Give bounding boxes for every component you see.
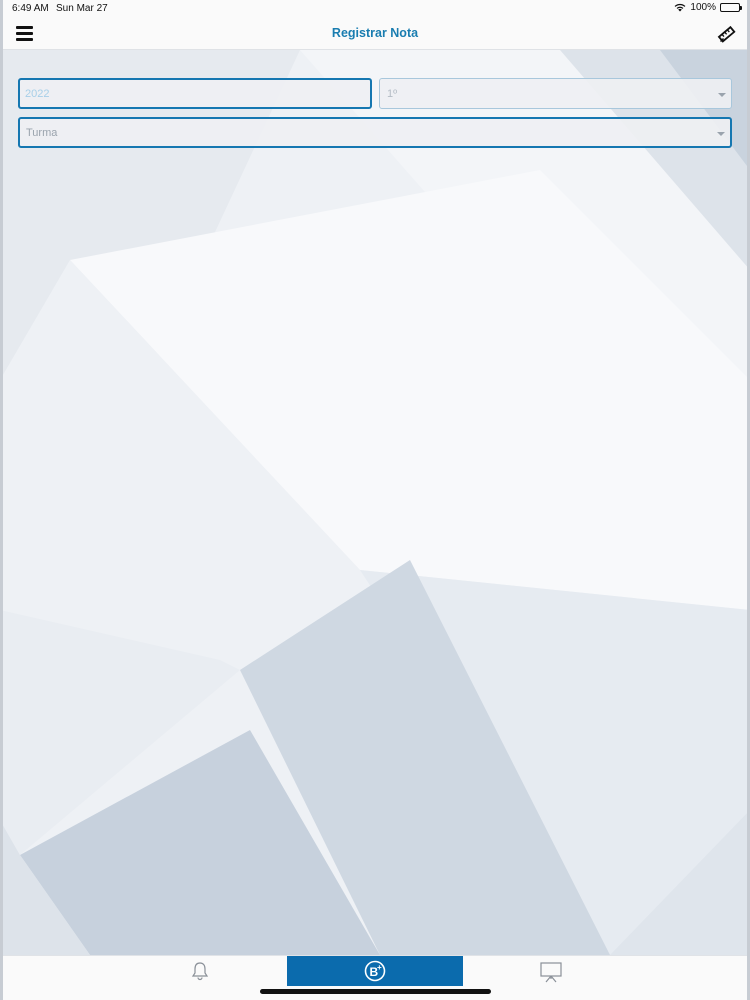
page-title: Registrar Nota bbox=[331, 26, 419, 40]
status-date: Sun Mar 27 bbox=[56, 3, 108, 14]
tab-notifications[interactable] bbox=[112, 956, 287, 986]
home-indicator bbox=[260, 989, 491, 994]
pencil-ruler-icon[interactable] bbox=[717, 24, 737, 44]
tab-presentation[interactable] bbox=[463, 956, 638, 986]
year-input[interactable] bbox=[20, 80, 370, 107]
wifi-icon bbox=[674, 3, 686, 12]
presentation-board-icon bbox=[539, 962, 562, 983]
chevron-down-icon bbox=[718, 93, 726, 97]
turma-placeholder: Turma bbox=[26, 127, 58, 139]
svg-text:+: + bbox=[377, 963, 382, 972]
navigation-bar: Registrar Nota bbox=[0, 18, 750, 50]
status-time: 6:49 AM bbox=[12, 3, 49, 14]
status-bar: 6:49 AM Sun Mar 27 100% bbox=[0, 0, 750, 18]
tab-grades[interactable]: B + bbox=[287, 956, 463, 986]
bell-icon bbox=[191, 962, 208, 981]
year-field[interactable] bbox=[18, 78, 372, 109]
b-plus-icon: B + bbox=[364, 960, 386, 982]
battery-icon bbox=[720, 3, 742, 12]
chevron-down-icon bbox=[717, 132, 725, 136]
battery-percent: 100% bbox=[690, 2, 716, 13]
bimestre-select[interactable]: 1º bbox=[379, 78, 732, 109]
bimestre-value: 1º bbox=[387, 88, 398, 100]
turma-select[interactable]: Turma bbox=[18, 117, 732, 148]
background-pattern bbox=[0, 50, 750, 955]
status-indicators: 100% bbox=[674, 2, 742, 13]
